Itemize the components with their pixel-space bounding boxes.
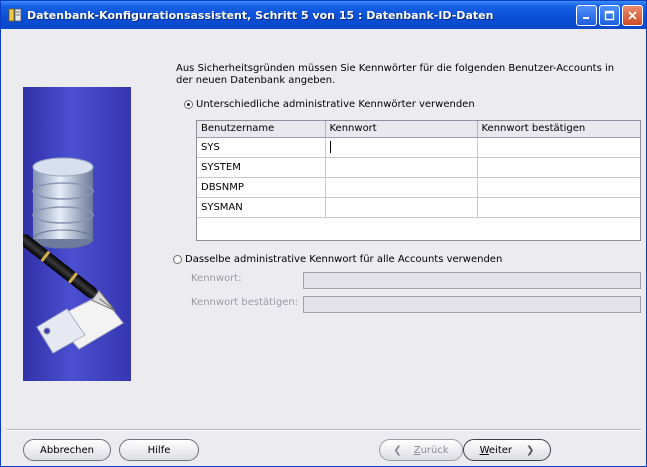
confirm-cell[interactable] [477, 177, 640, 198]
table-row: SYSTEM [197, 157, 640, 178]
same-password-input [303, 272, 641, 289]
minimize-icon[interactable] [576, 5, 597, 26]
app-window-icon [7, 7, 23, 23]
option-different-passwords[interactable]: Unterschiedliche administrative Kennwört… [184, 99, 475, 110]
wizard-illustration [23, 87, 131, 381]
same-confirm-label: Kennwort bestätigen: [191, 297, 299, 308]
cancel-button[interactable]: Abbrechen [23, 439, 111, 461]
table-row: SYS [197, 137, 640, 158]
username-cell: SYSMAN [197, 197, 326, 218]
back-button[interactable]: ❮ Zurück [379, 439, 463, 461]
accounts-table: Benutzername Kennwort Kennwort bestätige… [196, 120, 641, 241]
table-header-row: Benutzername Kennwort Kennwort bestätige… [197, 121, 640, 138]
database-icon [32, 157, 94, 249]
radio-same-password[interactable] [173, 255, 182, 264]
option-same-password[interactable]: Dasselbe administrative Kennwort für all… [173, 254, 502, 265]
table-row: SYSMAN [197, 197, 640, 218]
radio-different-passwords[interactable] [184, 100, 193, 109]
help-button-label: Hilfe [147, 444, 171, 456]
username-cell: DBSNMP [197, 177, 326, 198]
column-header-username: Benutzername [197, 121, 326, 138]
dbca-window: Datenbank-Konfigurationsassistent, Schri… [0, 0, 647, 467]
password-cell[interactable] [325, 137, 478, 158]
next-button[interactable]: Weiter ❯ [463, 439, 551, 461]
password-cell[interactable] [325, 197, 478, 218]
option-same-label: Dasselbe administrative Kennwort für all… [185, 254, 503, 265]
username-cell: SYS [197, 137, 326, 158]
chevron-left-icon: ❮ [393, 444, 402, 456]
confirm-cell[interactable] [477, 197, 640, 218]
database-pen-illustration [23, 157, 124, 354]
help-button[interactable]: Hilfe [119, 439, 199, 461]
maximize-icon[interactable] [599, 5, 620, 26]
table-row: DBSNMP [197, 177, 640, 198]
column-header-password: Kennwort [325, 121, 478, 138]
password-cell[interactable] [325, 157, 478, 178]
back-button-label: Zurück [413, 444, 449, 456]
chevron-right-icon: ❯ [526, 444, 535, 456]
cancel-button-label: Abbrechen [40, 444, 94, 456]
close-icon[interactable] [622, 5, 643, 26]
option-different-label: Unterschiedliche administrative Kennwört… [196, 99, 475, 110]
paper-tag-icon [36, 294, 124, 354]
instructions-text: Aus Sicherheitsgründen müssen Sie Kennwö… [176, 63, 615, 86]
password-cell[interactable] [325, 177, 478, 198]
button-divider [6, 429, 641, 431]
text-cursor [329, 141, 331, 153]
same-password-label: Kennwort: [191, 273, 242, 284]
window-controls [576, 5, 643, 26]
column-header-confirm: Kennwort bestätigen [477, 121, 640, 138]
window-title: Datenbank-Konfigurationsassistent, Schri… [27, 8, 494, 22]
username-cell: SYSTEM [197, 157, 326, 178]
confirm-cell[interactable] [477, 157, 640, 178]
title-bar[interactable]: Datenbank-Konfigurationsassistent, Schri… [1, 1, 646, 29]
same-confirm-input [303, 296, 641, 313]
confirm-cell[interactable] [477, 137, 640, 158]
next-button-label: Weiter [479, 444, 513, 456]
